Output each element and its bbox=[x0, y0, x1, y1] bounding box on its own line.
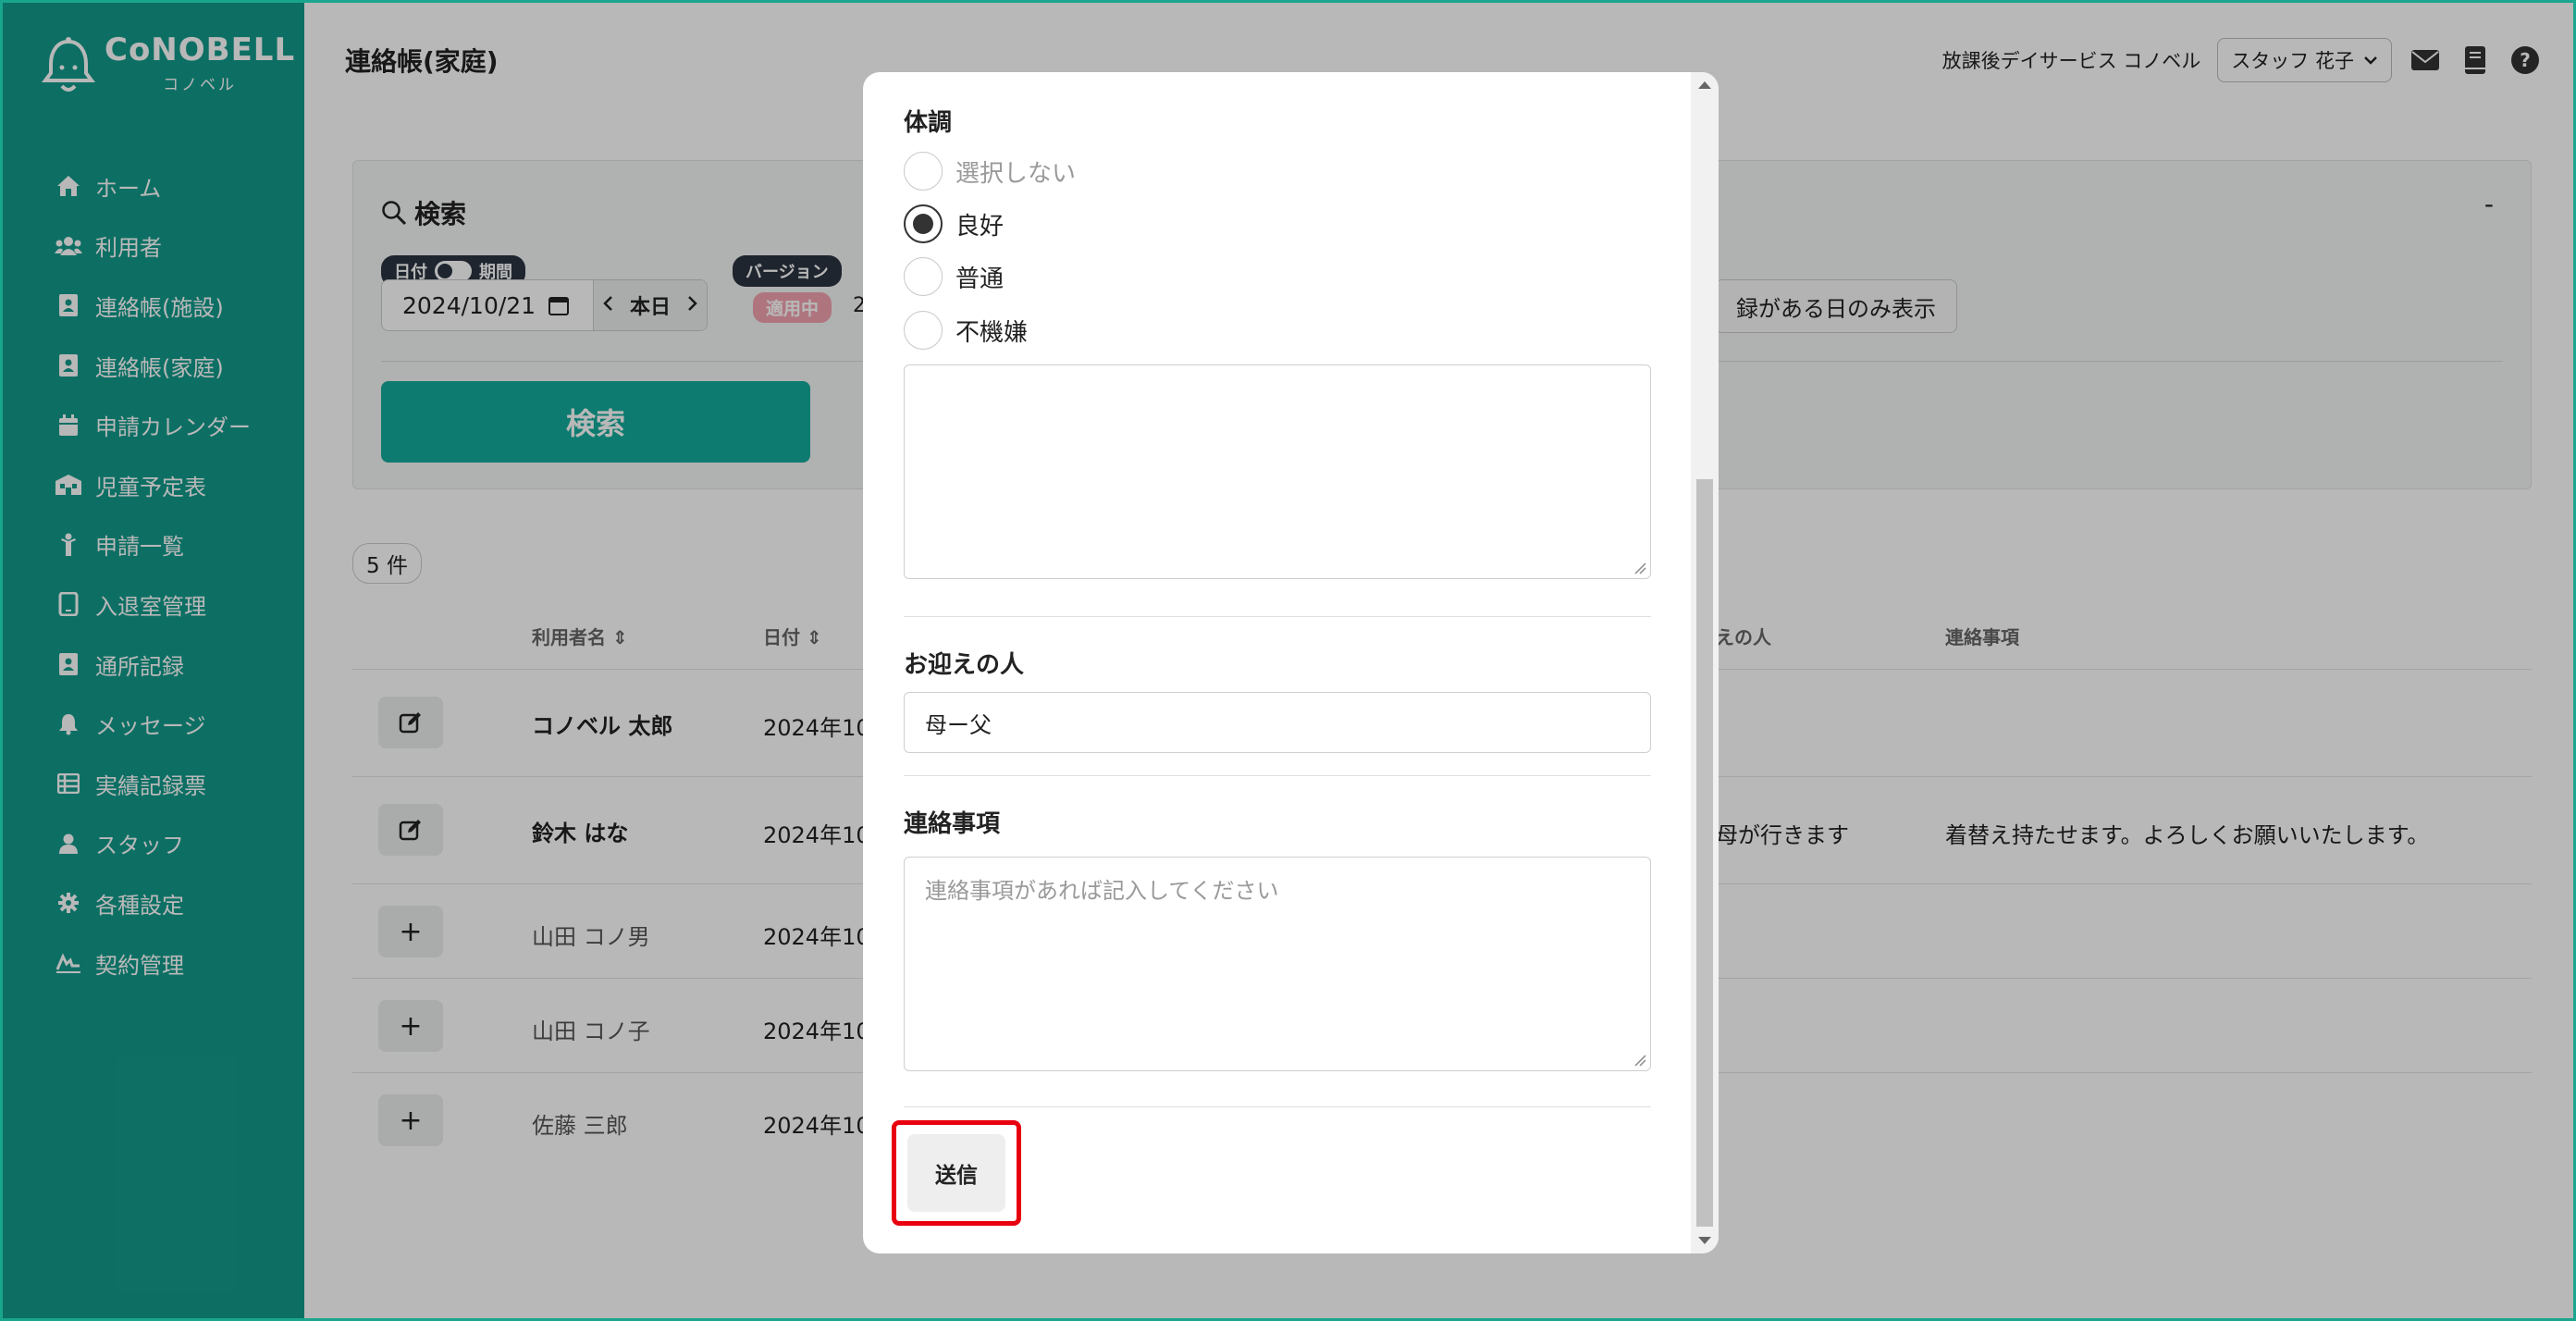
radio-label: 良好 bbox=[955, 212, 1005, 241]
section-divider bbox=[904, 616, 1651, 617]
condition-label: 体調 bbox=[904, 109, 953, 137]
radio-label: 普通 bbox=[955, 265, 1005, 293]
resize-grip-icon bbox=[1634, 1055, 1646, 1067]
notes-placeholder: 連絡事項があれば記入してください bbox=[925, 878, 1279, 904]
section-divider bbox=[904, 775, 1651, 776]
app-frame: CoNOBELL コノベル ホーム 利用者 連絡帳(施設) 連絡帳(家庭) 申請… bbox=[0, 0, 2576, 1321]
condition-notes-textarea[interactable] bbox=[904, 364, 1651, 579]
notes-textarea[interactable]: 連絡事項があれば記入してください bbox=[904, 857, 1651, 1071]
radio-label: 不機嫌 bbox=[955, 318, 1029, 347]
radio-button bbox=[904, 311, 943, 350]
resize-grip-icon bbox=[1634, 562, 1646, 574]
radio-button bbox=[904, 257, 943, 296]
pickup-person-input[interactable]: 母ー父 bbox=[904, 692, 1651, 753]
notes-label: 連絡事項 bbox=[904, 810, 1001, 838]
condition-option-normal[interactable]: 普通 bbox=[904, 257, 1004, 296]
pickup-label: お迎えの人 bbox=[904, 651, 1025, 679]
scroll-down-icon[interactable] bbox=[1698, 1237, 1711, 1244]
radio-button-checked bbox=[904, 204, 943, 243]
condition-option-none[interactable]: 選択しない bbox=[904, 152, 1076, 191]
scroll-up-icon[interactable] bbox=[1698, 81, 1711, 89]
submit-button[interactable]: 送信 bbox=[907, 1134, 1005, 1212]
section-divider bbox=[904, 1106, 1651, 1107]
radio-label: 選択しない bbox=[955, 159, 1077, 188]
scroll-thumb[interactable] bbox=[1696, 479, 1713, 1227]
modal-scrollbar[interactable] bbox=[1691, 72, 1719, 1253]
submit-highlight: 送信 bbox=[892, 1120, 1021, 1226]
contact-note-modal: 体調 選択しない 良好 普通 不機嫌 お迎えの人 母ー父 連絡事項 連絡事項があ… bbox=[863, 72, 1719, 1253]
condition-option-grumpy[interactable]: 不機嫌 bbox=[904, 311, 1028, 350]
condition-option-good[interactable]: 良好 bbox=[904, 204, 1004, 243]
radio-button bbox=[904, 152, 943, 191]
